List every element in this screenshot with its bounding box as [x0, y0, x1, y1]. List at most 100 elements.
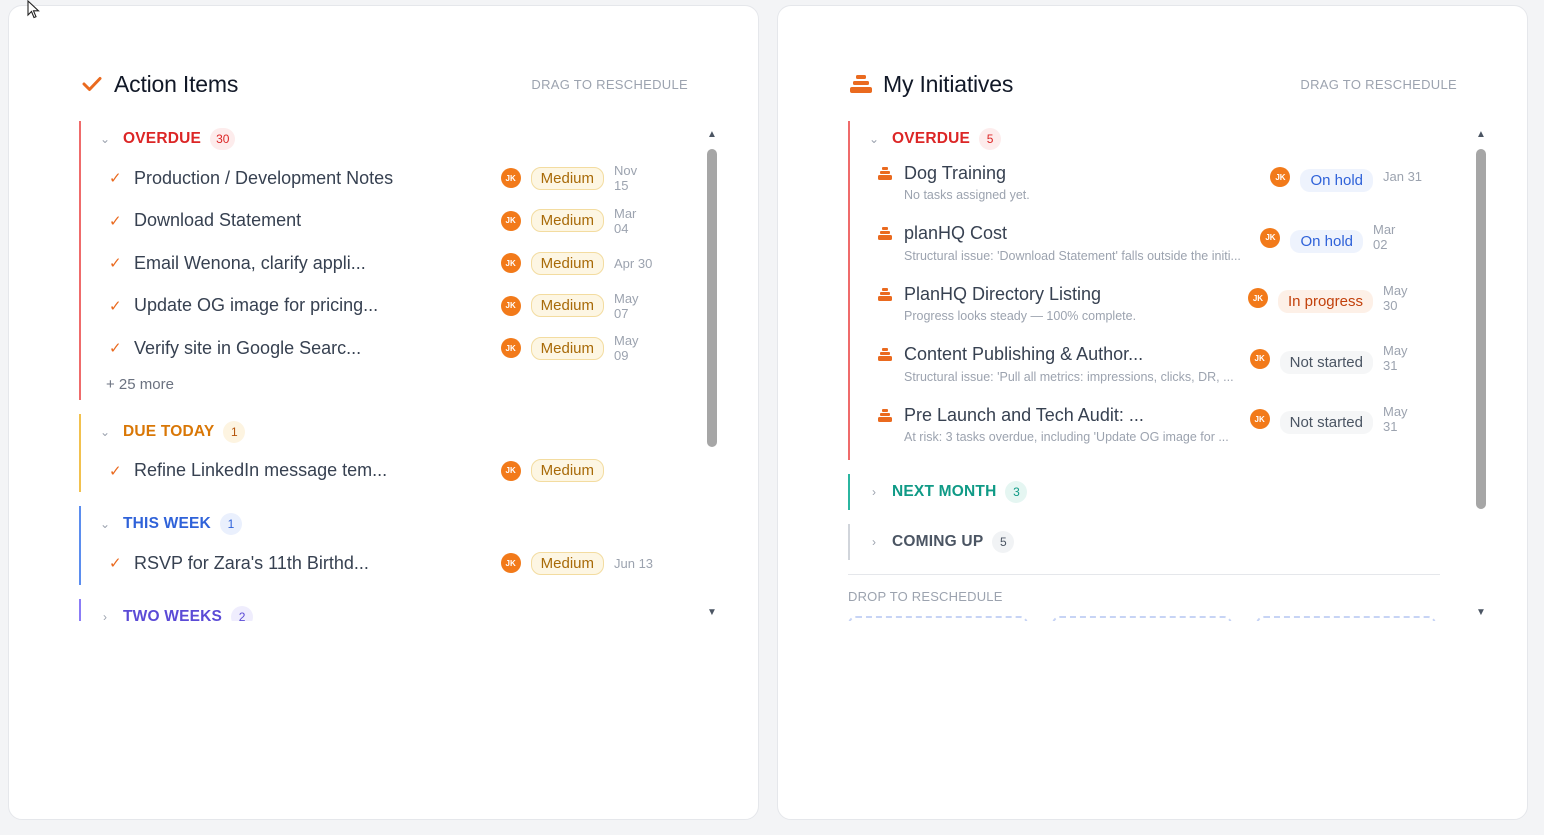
due-date: May 09: [614, 333, 639, 364]
initiative-title: Content Publishing & Author...: [904, 344, 1144, 364]
initiative-meta: JK Not started May 31: [1249, 399, 1423, 434]
chevron-right-icon: ›: [103, 609, 107, 622]
group-header-coming-up[interactable]: › COMING UP 5: [850, 524, 1463, 560]
check-icon[interactable]: ✓: [109, 339, 123, 357]
chevron-right-icon: ›: [872, 534, 876, 549]
task-title: Production / Development Notes: [134, 167, 394, 188]
stack-icon: [850, 73, 872, 95]
drop-to-reschedule-label: DROP TO RESCHEDULE: [848, 588, 1003, 604]
group-two-weeks: › TWO WEEKS 2: [79, 598, 694, 622]
group-label: NEXT MONTH: [892, 482, 997, 500]
check-icon[interactable]: ✓: [109, 554, 123, 572]
due-date: May 07: [614, 290, 639, 321]
scroll-down-arrow-icon[interactable]: ▼: [1474, 607, 1488, 619]
priority-badge: Medium: [530, 209, 604, 233]
task-row[interactable]: ✓ Verify site in Google Searc... JK Medi…: [81, 327, 694, 370]
initiative-row[interactable]: Dog Training No tasks assigned yet. JK O…: [850, 157, 1463, 218]
chevron-down-icon: ⌄: [99, 132, 111, 146]
group-header-overdue[interactable]: ⌄ OVERDUE 30: [81, 121, 694, 157]
priority-badge: Medium: [530, 166, 604, 190]
initiative-row[interactable]: planHQ Cost Structural issue: 'Download …: [850, 218, 1463, 279]
chevron-down-icon: ⌄: [99, 424, 111, 439]
show-more-link[interactable]: + 25 more: [81, 370, 694, 400]
due-date: May 31: [1383, 403, 1408, 434]
group-header-due-today[interactable]: ⌄ DUE TODAY 1: [81, 414, 694, 450]
stack-icon: [878, 408, 892, 422]
initiative-title: Pre Launch and Tech Audit: ...: [904, 404, 1144, 425]
check-icon[interactable]: ✓: [109, 297, 123, 315]
check-icon[interactable]: ✓: [109, 462, 123, 480]
due-date: Nov 15: [614, 163, 638, 194]
due-date: Mar 04: [614, 205, 637, 236]
group-due-today: ⌄ DUE TODAY 1 ✓ Refine LinkedIn message …: [79, 413, 694, 493]
status-badge: On hold: [1300, 169, 1373, 192]
status-badge: In progress: [1277, 290, 1373, 313]
avatar: JK: [500, 295, 521, 316]
drag-hint: DRAG TO RESCHEDULE: [1300, 76, 1457, 92]
initiative-row[interactable]: Content Publishing & Author... Structura…: [850, 339, 1463, 400]
initiatives-scroll-area[interactable]: ⌄ OVERDUE 5 Dog Training No tasks assign…: [848, 121, 1488, 621]
initiative-title: planHQ Cost: [904, 223, 1008, 243]
group-label: OVERDUE: [123, 130, 202, 147]
avatar: JK: [500, 210, 521, 231]
group-label: THIS WEEK: [123, 515, 211, 532]
initiatives-card: My Initiatives DRAG TO RESCHEDULE ⌄ OVER…: [777, 5, 1528, 820]
avatar: JK: [1249, 409, 1270, 429]
group-count: 30: [210, 128, 236, 150]
priority-badge: Medium: [530, 551, 604, 575]
initiative-row[interactable]: Pre Launch and Tech Audit: ... At risk: …: [850, 399, 1463, 460]
scroll-up-arrow-icon[interactable]: ▲: [705, 129, 719, 141]
initiatives-title: My Initiatives: [883, 70, 1014, 97]
scroll-down-arrow-icon[interactable]: ▼: [705, 607, 719, 619]
scroll-up-arrow-icon[interactable]: ▲: [1474, 129, 1488, 141]
drop-zone[interactable]: [848, 615, 1028, 621]
task-row[interactable]: ✓ Refine LinkedIn message tem... JK Medi…: [81, 450, 694, 493]
action-items-scroll-area[interactable]: ⌄ OVERDUE 30 ✓ Production / Development …: [79, 121, 719, 621]
group-header-overdue[interactable]: ⌄ OVERDUE 5: [850, 121, 1463, 157]
check-icon[interactable]: ✓: [109, 169, 123, 187]
group-next-month: › NEXT MONTH 3: [848, 473, 1463, 510]
priority-badge: Medium: [530, 251, 604, 275]
stack-icon: [878, 287, 892, 301]
task-row[interactable]: ✓ Production / Development Notes JK Medi…: [81, 157, 694, 200]
group-header-next-month[interactable]: › NEXT MONTH 3: [850, 474, 1463, 510]
task-meta: JK Medium May 07: [500, 290, 654, 321]
task-meta: JK Medium: [500, 459, 654, 483]
due-date: May 31: [1383, 343, 1408, 373]
task-row[interactable]: ✓ Update OG image for pricing... JK Medi…: [81, 285, 694, 328]
initiative-meta: JK On hold Jan 31: [1270, 157, 1423, 192]
avatar: JK: [1260, 227, 1281, 248]
check-icon[interactable]: ✓: [109, 212, 123, 230]
initiatives-header: My Initiatives DRAG TO RESCHEDULE: [850, 68, 1457, 100]
drop-zone[interactable]: [1256, 615, 1436, 621]
drop-zone[interactable]: [1052, 615, 1232, 621]
group-header-this-week[interactable]: ⌄ THIS WEEK 1: [81, 506, 694, 542]
avatar: JK: [1247, 288, 1268, 308]
group-count: 1: [223, 420, 246, 443]
group-header-two-weeks[interactable]: › TWO WEEKS 2: [81, 599, 694, 622]
task-meta: JK Medium Apr 30: [500, 251, 654, 275]
group-count: 5: [992, 530, 1015, 553]
group-this-week: ⌄ THIS WEEK 1 ✓ RSVP for Zara's 11th Bir…: [79, 506, 694, 585]
avatar: JK: [500, 460, 521, 481]
scrollbar-thumb[interactable]: [707, 149, 717, 447]
task-meta: JK Medium Jun 13: [500, 551, 654, 575]
stack-icon: [878, 227, 892, 240]
scrollbar[interactable]: ▲ ▼: [705, 129, 719, 619]
task-meta: JK Medium Mar 04: [500, 205, 654, 236]
scrollbar[interactable]: ▲ ▼: [1474, 129, 1488, 619]
drop-zones: [848, 615, 1463, 621]
status-badge: Not started: [1279, 411, 1373, 434]
scrollbar-thumb[interactable]: [1476, 149, 1486, 509]
initiative-row[interactable]: PlanHQ Directory Listing Progress looks …: [850, 278, 1463, 339]
task-row[interactable]: ✓ Download Statement JK Medium Mar 04: [81, 200, 694, 243]
task-row[interactable]: ✓ Email Wenona, clarify appli... JK Medi…: [81, 242, 694, 285]
group-label: COMING UP: [892, 532, 984, 550]
check-icon[interactable]: ✓: [109, 254, 123, 272]
status-badge: Not started: [1279, 350, 1373, 374]
initiative-meta: JK In progress May 30: [1247, 278, 1423, 313]
divider: [848, 573, 1440, 575]
task-row[interactable]: ✓ RSVP for Zara's 11th Birthd... JK Medi…: [81, 542, 694, 585]
task-meta: JK Medium May 09: [500, 333, 654, 364]
group-label: OVERDUE: [892, 130, 971, 147]
